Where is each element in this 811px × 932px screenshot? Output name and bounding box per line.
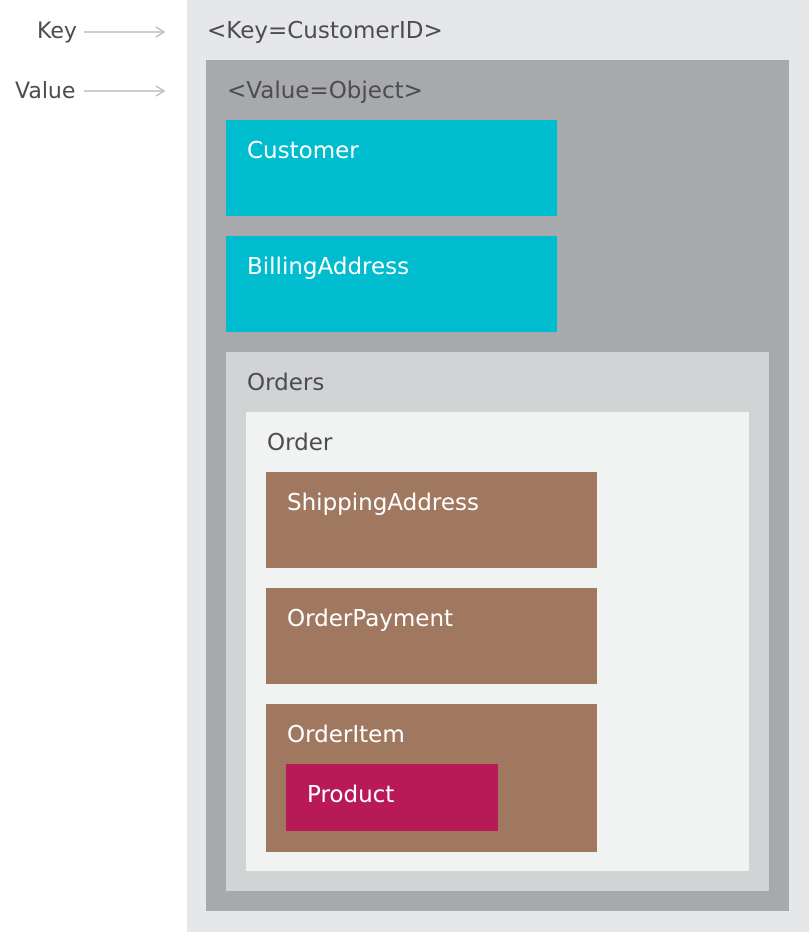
- key-title: <Key=CustomerID>: [207, 18, 443, 44]
- order-payment-entity: [266, 588, 597, 684]
- customer-entity: [226, 120, 557, 216]
- shipping-address-entity: [266, 472, 597, 568]
- product-label: Product: [307, 782, 395, 808]
- order-payment-label: OrderPayment: [287, 606, 454, 632]
- orders-label: Orders: [247, 370, 325, 396]
- order-item-label: OrderItem: [287, 722, 405, 748]
- key-legend-label: Key: [37, 19, 77, 44]
- billing-address-entity: [226, 236, 557, 332]
- value-arrow-icon: [84, 84, 166, 98]
- value-title: <Value=Object>: [227, 78, 423, 104]
- shipping-address-label: ShippingAddress: [287, 490, 479, 516]
- customer-label: Customer: [247, 138, 359, 164]
- billing-address-label: BillingAddress: [247, 254, 410, 280]
- value-legend-label: Value: [15, 79, 76, 104]
- key-arrow-icon: [84, 25, 166, 39]
- order-label: Order: [267, 430, 333, 456]
